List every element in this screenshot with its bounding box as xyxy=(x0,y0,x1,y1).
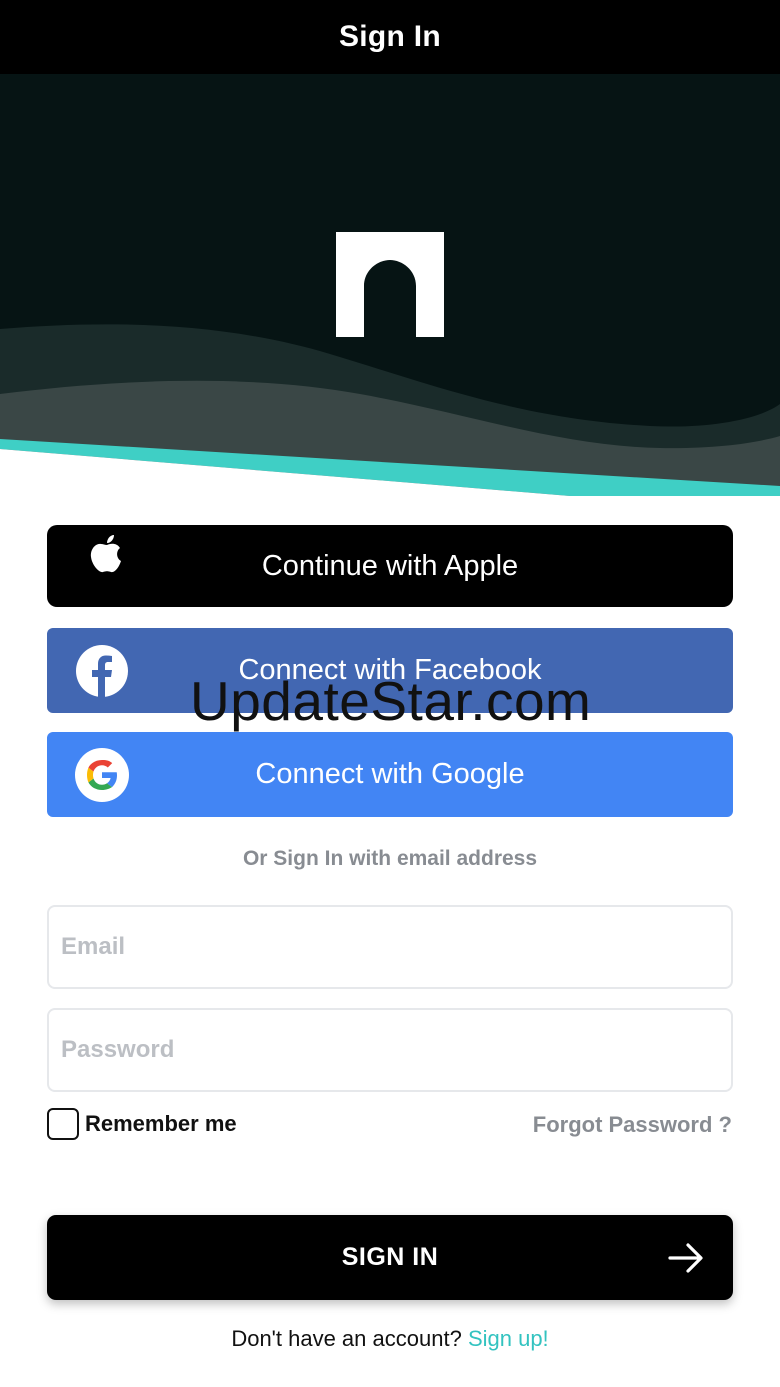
top-bar: Sign In xyxy=(0,0,780,74)
continue-with-apple-button[interactable]: Continue with Apple xyxy=(47,525,733,607)
arrow-right-icon xyxy=(667,1239,705,1277)
remember-me-row[interactable]: Remember me xyxy=(47,1108,237,1140)
hero-banner xyxy=(0,74,780,504)
signup-prompt: Don't have an account? Sign up! xyxy=(0,1326,780,1352)
sign-in-label: SIGN IN xyxy=(341,1243,439,1271)
divider-text: Or Sign In with email address xyxy=(242,847,538,870)
signup-prompt-text: Don't have an account? xyxy=(231,1326,462,1351)
sign-up-link[interactable]: Sign up! xyxy=(468,1326,549,1351)
email-field[interactable] xyxy=(47,905,733,989)
facebook-button-label: Connect with Facebook xyxy=(238,654,542,686)
connect-with-google-button[interactable]: Connect with Google xyxy=(47,732,733,817)
sign-in-button[interactable]: SIGN IN xyxy=(47,1215,733,1300)
remember-me-checkbox[interactable] xyxy=(47,1108,79,1140)
google-icon xyxy=(75,748,129,802)
remember-me-label: Remember me xyxy=(85,1111,237,1136)
facebook-icon xyxy=(75,644,129,698)
page-title: Sign In xyxy=(338,20,442,53)
google-button-label: Connect with Google xyxy=(255,758,525,790)
connect-with-facebook-button[interactable]: Connect with Facebook xyxy=(47,628,733,713)
password-field[interactable] xyxy=(47,1008,733,1092)
apple-icon xyxy=(87,531,127,575)
apple-button-label: Continue with Apple xyxy=(261,549,519,582)
forgot-password-link[interactable]: Forgot Password ? xyxy=(533,1112,732,1138)
